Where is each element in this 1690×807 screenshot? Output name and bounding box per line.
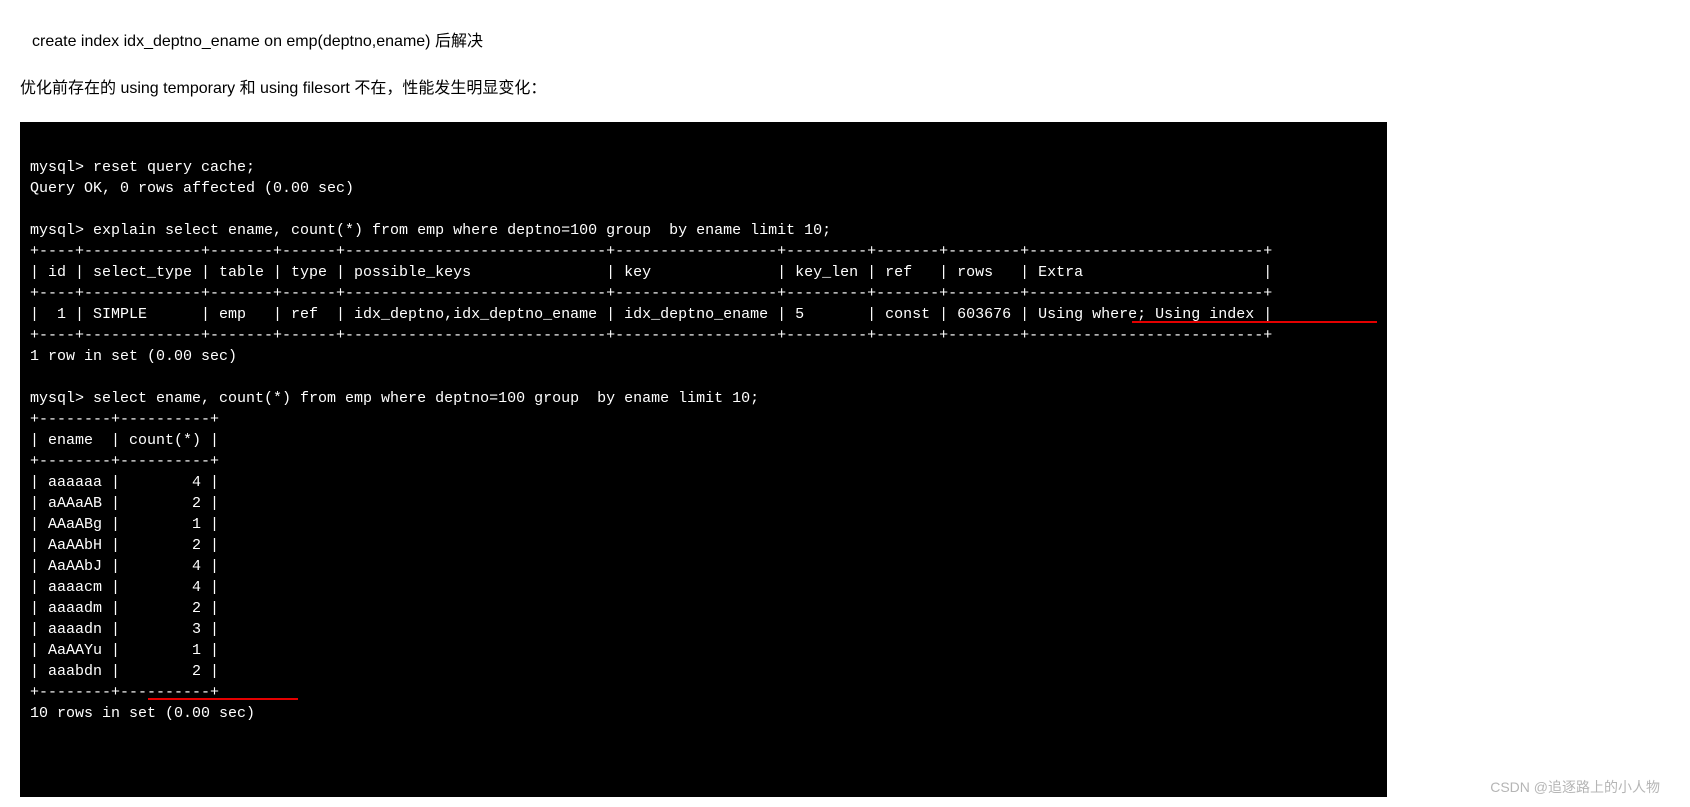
page: create index idx_deptno_ename on emp(dep…	[0, 0, 1690, 807]
watermark: CSDN @追逐路上的小人物	[1490, 777, 1660, 797]
term-line: Query OK, 0 rows affected (0.00 sec)	[30, 180, 354, 197]
term-line: +----+-------------+-------+------+-----…	[30, 243, 1272, 260]
intro-line-2: 优化前存在的 using temporary 和 using filesort …	[20, 75, 1670, 104]
term-line: | aAAaAB | 2 |	[30, 495, 219, 512]
underline-timing	[148, 698, 298, 700]
term-line: | aaaacm | 4 |	[30, 579, 219, 596]
term-line: 10 rows in set (0.00 sec)	[30, 705, 255, 722]
term-line: +----+-------------+-------+------+-----…	[30, 327, 1272, 344]
term-line: mysql> select ename, count(*) from emp w…	[30, 390, 759, 407]
term-line: | AAaABg | 1 |	[30, 516, 219, 533]
intro-line-1: create index idx_deptno_ename on emp(dep…	[32, 28, 1670, 57]
term-line: | 1 | SIMPLE | emp | ref | idx_deptno,id…	[30, 306, 1272, 323]
term-line: +--------+----------+	[30, 453, 219, 470]
term-line: mysql> reset query cache;	[30, 159, 255, 176]
term-line: +--------+----------+	[30, 411, 219, 428]
term-line: | AaAAbJ | 4 |	[30, 558, 219, 575]
term-line: | AaAAbH | 2 |	[30, 537, 219, 554]
term-line: | id | select_type | table | type | poss…	[30, 264, 1272, 281]
term-line: 1 row in set (0.00 sec)	[30, 348, 237, 365]
term-line: mysql> explain select ename, count(*) fr…	[30, 222, 831, 239]
term-line: | aaaadn | 3 |	[30, 621, 219, 638]
term-line: | ename | count(*) |	[30, 432, 219, 449]
term-line: | AaAAYu | 1 |	[30, 642, 219, 659]
term-line: | aaabdn | 2 |	[30, 663, 219, 680]
terminal-output: mysql> reset query cache; Query OK, 0 ro…	[20, 122, 1387, 797]
term-line: +----+-------------+-------+------+-----…	[30, 285, 1272, 302]
underline-extra-column	[1132, 321, 1377, 323]
term-line: | aaaadm | 2 |	[30, 600, 219, 617]
term-line: | aaaaaa | 4 |	[30, 474, 219, 491]
